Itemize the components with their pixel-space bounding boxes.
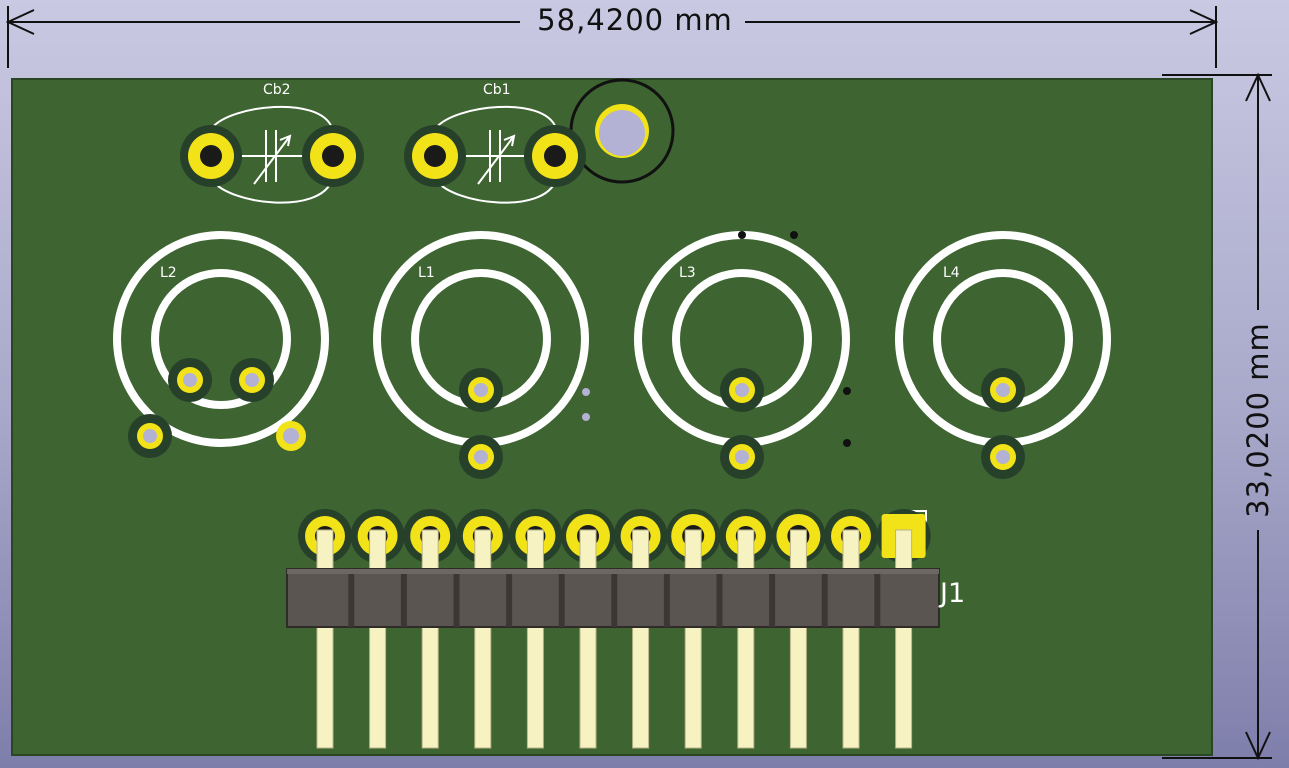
j1-pin [579, 529, 597, 749]
j1-pin [369, 529, 387, 749]
j1-body-divider [348, 569, 355, 627]
j1-pin [895, 529, 913, 749]
l3-ref-label: L3 [679, 265, 696, 281]
j1-pin [421, 529, 439, 749]
j1-pin [684, 529, 702, 749]
j1-pin [632, 529, 650, 749]
3d-viewer-viewport[interactable]: 58,4200 mm 33,0200 mm Cb2 Cb1 L2 L1 L3 L… [0, 0, 1289, 768]
l2-ref-label: L2 [160, 265, 177, 281]
j1-body-divider [874, 569, 881, 627]
j1-pin [737, 529, 755, 749]
j1-pin [526, 529, 544, 749]
j1-body-divider [821, 569, 828, 627]
j1-body-divider [506, 569, 513, 627]
j1-body-divider [400, 569, 407, 627]
j1-body-divider [558, 569, 565, 627]
j1-body-divider [663, 569, 670, 627]
j1-ref-label: J1 [940, 578, 966, 609]
cb2-ref-label: Cb2 [263, 82, 291, 98]
l4-ref-label: L4 [943, 265, 960, 281]
j1-body-divider [453, 569, 460, 627]
j1-pin [316, 529, 334, 749]
j1-body-highlight [287, 569, 939, 574]
j1-pin [789, 529, 807, 749]
j1-body-divider [769, 569, 776, 627]
cb1-ref-label: Cb1 [483, 82, 511, 98]
j1-pin [474, 529, 492, 749]
height-dimension-label: 33,0200 mm [1241, 322, 1275, 518]
j1-body-divider [611, 569, 618, 627]
pcb-3d-render [5, 6, 1272, 761]
l1-ref-label: L1 [418, 265, 435, 281]
j1-pin [842, 529, 860, 749]
j1-body-divider [716, 569, 723, 627]
width-dimension-label: 58,4200 mm [537, 3, 733, 37]
